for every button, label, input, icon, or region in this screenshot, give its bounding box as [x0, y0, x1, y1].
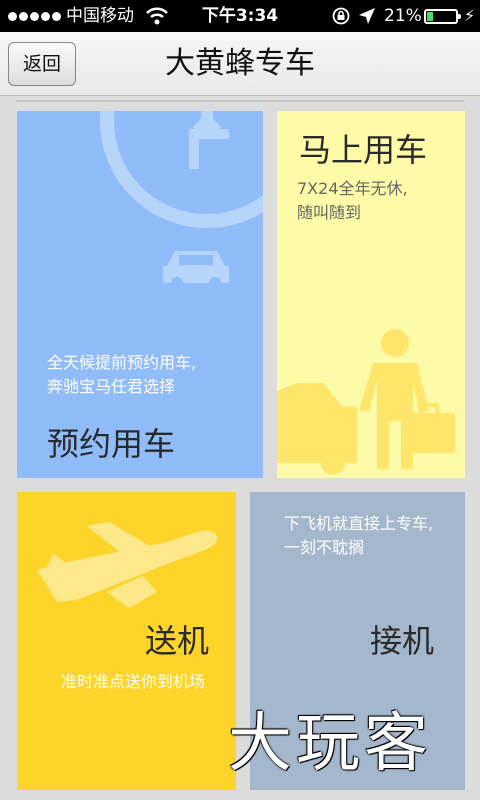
charging-icon: ⚡ [464, 6, 476, 25]
battery-icon [424, 9, 461, 24]
airport-dropoff-tile[interactable]: 送机 准时准点送你到机场 [17, 492, 236, 790]
navigation-bar: 大黄蜂专车 返回 [0, 32, 480, 96]
instant-car-tile[interactable]: 马上用车 7X24全年无休, 随叫随到 [277, 111, 465, 478]
dropoff-description: 准时准点送你到机场 [61, 672, 206, 691]
reserve-description-line-1: 全天候提前预约用车, [47, 353, 197, 372]
pickup-description-line-1: 下飞机就直接上专车, [284, 514, 434, 533]
traveler-with-car-icon [277, 329, 455, 475]
rotation-lock-icon [332, 7, 350, 25]
back-button[interactable]: 返回 [8, 42, 76, 86]
location-arrow-icon [359, 8, 375, 24]
reserve-title: 预约用车 [47, 425, 176, 463]
pickup-description-line-2: 一刻不耽搁 [284, 538, 365, 557]
reserve-car-tile[interactable]: 全天候提前预约用车, 奔驰宝马任君选择 预约用车 [17, 111, 263, 478]
dropoff-title: 送机 [145, 622, 210, 660]
status-bar: 中国移动 下午3:34 21% ⚡ [0, 0, 480, 32]
reserve-description-line-2: 奔驰宝马任君选择 [47, 377, 176, 396]
pickup-title: 接机 [370, 622, 435, 660]
battery-percentage: 21% [384, 6, 422, 26]
divider [16, 100, 464, 102]
airport-pickup-tile[interactable]: 下飞机就直接上专车, 一刻不耽搁 接机 [250, 492, 465, 790]
